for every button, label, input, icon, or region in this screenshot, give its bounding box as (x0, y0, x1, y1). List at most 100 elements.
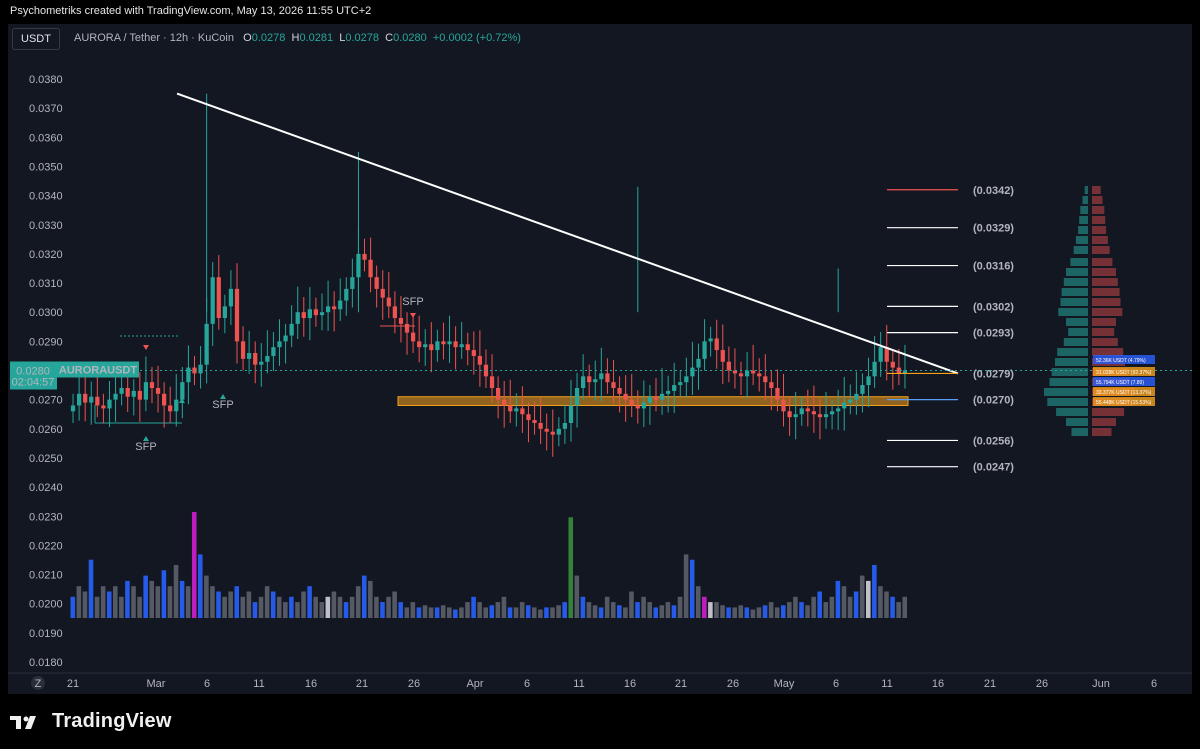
candle-body (392, 306, 398, 319)
volume-bar (562, 602, 567, 618)
candle-body (131, 390, 136, 397)
candle-body (447, 341, 452, 345)
volume-profile-buy (1063, 278, 1088, 286)
candle-body (198, 364, 203, 374)
volume-bar (568, 517, 574, 618)
tradingview-logo[interactable]: TradingView (10, 710, 172, 733)
candle-body (508, 405, 513, 412)
volume-bar (762, 605, 768, 618)
volume-profile-label: 55.794K USDT (7.89) (1096, 380, 1144, 386)
y-tick-label: 0.0310 (29, 278, 63, 290)
candle-body (168, 405, 173, 412)
volume-bar (380, 602, 385, 618)
volume-bar (878, 586, 883, 618)
x-tick-label: 6 (1151, 678, 1157, 690)
candle-body (277, 341, 282, 348)
volume-bar (161, 570, 167, 618)
candle-body (289, 323, 294, 336)
volume-bar (349, 596, 355, 618)
candle-body (538, 422, 543, 429)
volume-bar (185, 586, 191, 618)
volume-bar (841, 586, 847, 618)
bar-countdown: 02:04:57 (12, 377, 55, 389)
volume-bar (392, 591, 397, 618)
volume-profile-sell (1092, 288, 1120, 296)
symbol-tag-label: AURORAUSDT (59, 365, 138, 377)
volume-bar (343, 602, 349, 618)
y-tick-label: 0.0200 (29, 599, 63, 611)
timezone-label: Z (35, 678, 42, 690)
volume-bar (325, 596, 331, 618)
candle-body (307, 309, 312, 319)
candle-body (325, 306, 331, 313)
volume-bar (574, 575, 580, 618)
volume-profile-buy (1066, 418, 1088, 426)
y-tick-label: 0.0190 (29, 628, 63, 640)
candle-body (95, 396, 100, 406)
volume-bar (234, 586, 240, 618)
candle-body (161, 393, 167, 406)
volume-profile-sell (1092, 236, 1108, 244)
candle-body (860, 385, 865, 394)
volume-bar (143, 575, 148, 618)
candle-body (155, 387, 161, 394)
volume-profile-label: 52.36K USDT (4.79%) (1096, 358, 1146, 364)
volume-bar (222, 596, 227, 618)
y-tick-label: 0.0270 (29, 395, 63, 407)
candle-body (386, 297, 391, 307)
volume-bar (113, 586, 118, 618)
candle-body (629, 399, 634, 406)
candle-body (684, 376, 689, 383)
candle-body (453, 341, 458, 348)
volume-profile-sell (1092, 186, 1101, 194)
fib-level-label: (0.0316) (973, 261, 1014, 273)
candle-body (113, 393, 118, 400)
x-tick-label: 21 (675, 678, 687, 690)
volume-bar (119, 596, 124, 618)
volume-bar (556, 605, 561, 618)
volume-profile-buy (1056, 408, 1088, 416)
volume-profile-buy (1060, 298, 1088, 306)
volume-bar (884, 591, 889, 618)
candle-body (842, 402, 847, 409)
candle-body (866, 376, 871, 386)
volume-profile-buy (1079, 216, 1088, 224)
candle-body (568, 405, 574, 423)
x-tick-label: Apr (466, 678, 483, 690)
volume-profile-buy (1084, 186, 1088, 194)
y-tick-label: 0.0350 (29, 161, 63, 173)
candle-body (107, 399, 112, 409)
candle-body (70, 405, 76, 412)
volume-bar (756, 607, 762, 618)
candle-body (757, 373, 762, 377)
volume-bar (805, 605, 810, 618)
volume-bar (331, 591, 337, 618)
candle-body (417, 341, 422, 348)
sfp-arrow (143, 436, 149, 441)
volume-bar (677, 596, 683, 618)
volume-bar (835, 580, 841, 618)
volume-bar (629, 591, 634, 618)
timezone-button[interactable]: Z (31, 676, 45, 690)
volume-bar (155, 586, 161, 618)
volume-profile-buy (1057, 348, 1088, 356)
candle-body (380, 288, 385, 298)
candle-body (186, 367, 191, 383)
volume-bar (246, 591, 252, 618)
y-tick-label: 0.0220 (29, 540, 63, 552)
volume-profile-sell (1092, 308, 1123, 316)
volume-profile-sell (1092, 418, 1116, 426)
volume-bar (361, 575, 367, 618)
volume-bar (283, 602, 288, 618)
candle-body (332, 306, 337, 310)
volume-bar (173, 565, 179, 618)
sfp-arrow (410, 313, 416, 318)
volume-bar (702, 596, 707, 618)
volume-bar (799, 602, 804, 618)
y-tick-label: 0.0300 (29, 307, 63, 319)
candle-body (647, 396, 653, 403)
candle-body (763, 376, 768, 383)
price-chart[interactable]: 0.0380 0.0370 0.0360 0.0350 0.0340 0.0330 0.03… (0, 0, 1200, 749)
volume-bar (471, 596, 476, 618)
candle-body (398, 318, 404, 324)
